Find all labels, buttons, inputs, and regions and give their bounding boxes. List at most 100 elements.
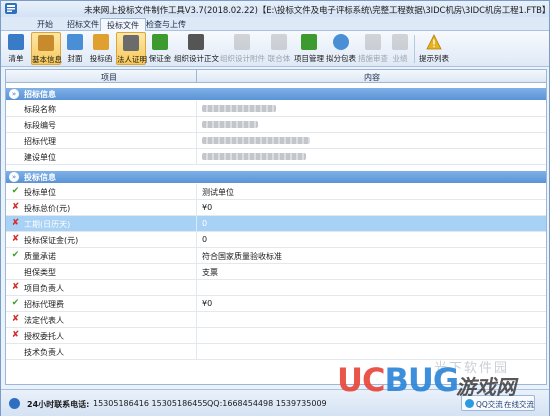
letter-icon [93,34,109,50]
cell-divider [196,296,197,312]
cell-value[interactable]: 支票 [202,267,218,278]
table-row[interactable]: ✘ 法定代表人 [6,312,546,328]
tab-check-upload[interactable]: 检查与上传 [140,18,192,31]
section-bid-info[interactable]: » 投标信息 [6,171,546,183]
table-row[interactable]: 标段编号 [6,117,546,133]
table-row[interactable]: ✘ 投标保证金(元) 0 [6,232,546,248]
deposit-button[interactable]: 保证金 [148,32,172,65]
performance-button[interactable]: 业绩 [390,32,410,65]
app-window: 未来网上投标文件制作工具V3.7(2018.02.22)【E:\投标文件及电子评… [0,0,550,416]
cross-icon: ✘ [11,234,20,244]
check-icon: ✔ [11,250,20,260]
table-row[interactable]: ✘ 授权委托人 [6,328,546,344]
header-divider [196,70,197,83]
cell-divider [196,280,197,296]
cell-divider [196,184,197,200]
qq-icon [465,399,474,408]
cell-divider [196,344,197,360]
blurred-value [202,137,310,144]
hotline-label: 24小时联系电话: [27,400,90,409]
alliance-button[interactable]: 联合体 [266,32,292,65]
measures-review-button[interactable]: 措施审查 [358,32,388,65]
design-attachment-button[interactable]: 组织设计附件 [220,32,265,65]
watermark-uc: UC [337,361,385,399]
cross-icon: ✘ [11,314,20,324]
legal-person-icon [123,35,139,51]
online-chat-label: 在线交流 [504,400,534,409]
table-row[interactable]: ✔ 质量承诺 符合国家质量验收标准 [6,248,546,264]
table-row[interactable]: ✘ 投标总价(元) ¥0 [6,200,546,216]
warning-icon [426,34,442,50]
property-grid: 项目 内容 » 招标信息 标段名称 标段编号 招标代理 建设单位 » 投标信息 … [5,69,547,385]
cell-value[interactable]: ¥0 [202,299,212,308]
section-tender-info[interactable]: » 招标信息 [6,88,546,100]
tips-list-button[interactable]: 提示列表 [419,32,449,65]
collapse-icon[interactable]: » [9,172,19,182]
ribbon-toolbar: 清单 基本信息 封面 投标函 法人证明 保证金 组织设计正文 组织设计附件 联合… [1,31,549,67]
table-row-selected[interactable]: ✘ 工期(日历天) 0 [6,216,546,232]
table-row[interactable]: 标段名称 [6,101,546,117]
alliance-icon [271,34,287,50]
cell-value[interactable]: 0 [202,219,207,228]
collapse-icon[interactable]: » [9,89,19,99]
qq-chat-label: QQ交流 [476,400,503,409]
table-row[interactable]: 招标代理 [6,133,546,149]
attachment-icon [234,34,250,50]
cell-divider [196,149,197,165]
qq-numbers: QQ:1668454498 1539735009 [207,399,327,408]
grid-header: 项目 内容 [6,70,546,83]
list-button[interactable]: 清单 [5,32,27,65]
cell-value[interactable]: 测试单位 [202,187,234,198]
pen-icon [188,34,204,50]
info-doc-icon [38,35,54,51]
cell-divider [196,216,197,232]
check-icon: ✔ [11,186,20,196]
title-bar: 未来网上投标文件制作工具V3.7(2018.02.22)【E:\投标文件及电子评… [1,1,550,17]
org-chart-icon [301,34,317,50]
watermark-game: 游戏网 [456,375,516,399]
cell-divider [196,117,197,133]
blurred-value [202,121,258,128]
subcontract-table-button[interactable]: 拟分包表 [326,32,356,65]
table-row[interactable]: ✔ 投标单位 测试单位 [6,184,546,200]
yen-icon [152,34,168,50]
blurred-value [202,153,306,160]
legal-person-button[interactable]: 法人证明 [116,32,147,65]
ribbon-separator [414,35,415,63]
tools-icon [365,34,381,50]
design-text-button[interactable]: 组织设计正文 [174,32,219,65]
cell-value[interactable]: 0 [202,235,207,244]
check-icon: ✔ [11,298,20,308]
cell-divider [196,133,197,149]
project-management-button[interactable]: 项目管理 [294,32,324,65]
tab-tender-file[interactable]: 招标文件 [61,18,105,31]
cover-icon [67,34,83,50]
ribbon-tab-bar: 开始 招标文件 投标文件 检查与上传 [1,17,549,31]
cell-value[interactable]: 符合国家质量验收标准 [202,251,282,262]
table-row[interactable]: 担保类型 支票 [6,264,546,280]
basic-info-button[interactable]: 基本信息 [31,32,62,65]
hotline-phones: 15305186416 15305186455 [93,399,208,408]
cell-value[interactable]: ¥0 [202,203,212,212]
column-header-content: 内容 [364,73,380,82]
table-row[interactable]: ✘ 项目负责人 [6,280,546,296]
table-row[interactable]: 建设单位 [6,149,546,165]
bid-letter-button[interactable]: 投标函 [88,32,114,65]
phone-icon [9,398,20,409]
pie-icon [333,34,349,50]
cross-icon: ✘ [11,282,20,292]
column-header-item: 项目 [101,73,117,82]
trophy-icon [392,34,408,50]
cover-button[interactable]: 封面 [64,32,86,65]
list-icon [8,34,24,50]
cross-icon: ✘ [11,330,20,340]
window-title: 未来网上投标文件制作工具V3.7(2018.02.22)【E:\投标文件及电子评… [84,6,550,16]
app-logo-icon [5,3,17,14]
cell-divider [196,248,197,264]
cell-divider [196,232,197,248]
watermark-bug: BUG [384,361,459,399]
table-row[interactable]: ✔ 招标代理费 ¥0 [6,296,546,312]
tab-start[interactable]: 开始 [31,18,59,31]
cell-divider [196,101,197,117]
blurred-value [202,105,276,112]
